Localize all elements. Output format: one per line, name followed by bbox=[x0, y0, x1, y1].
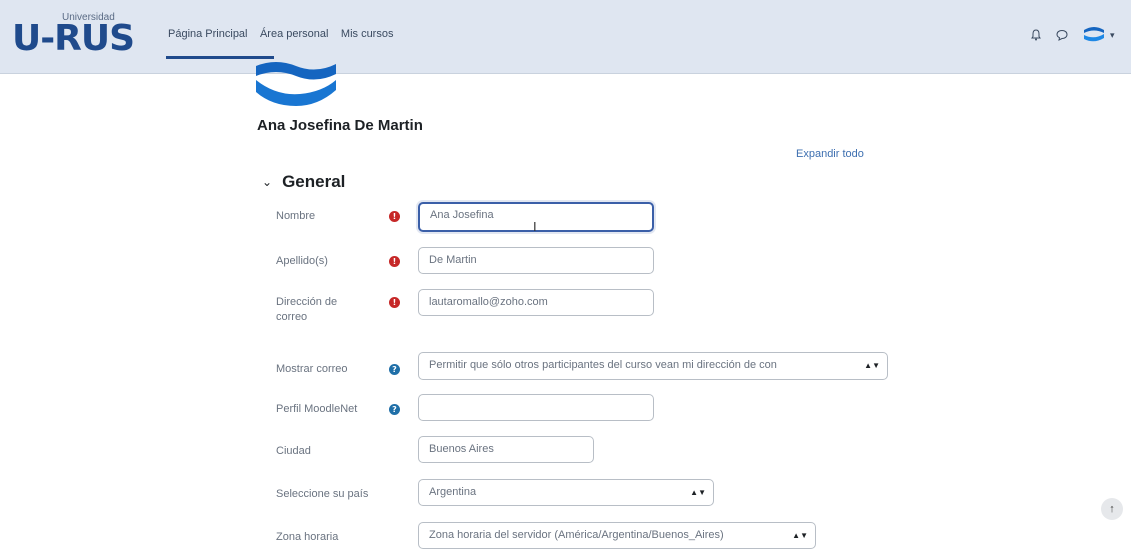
chevron-down-icon: ⌄ bbox=[262, 175, 273, 189]
select-pais-value: Argentina bbox=[429, 486, 477, 498]
select-zona-horaria[interactable]: Zona horaria del servidor (América/Argen… bbox=[418, 522, 816, 549]
input-moodlenet[interactable] bbox=[418, 394, 654, 421]
label-moodlenet: Perfil MoodleNet bbox=[276, 403, 358, 415]
label-correo: Dirección de correo bbox=[276, 296, 338, 323]
nav-link-my-courses[interactable]: Mis cursos bbox=[341, 28, 394, 40]
user-avatar-icon bbox=[1084, 27, 1104, 42]
label-nombre: Nombre bbox=[276, 210, 316, 222]
nav-icons: ▾ bbox=[1029, 22, 1117, 48]
nav-active-indicator bbox=[166, 56, 274, 59]
site-logo[interactable]: Universidad U-RUS bbox=[12, 12, 142, 60]
label-pais: Seleccione su país bbox=[276, 488, 369, 500]
select-arrows-icon: ▲▼ bbox=[690, 488, 706, 497]
select-pais[interactable]: Argentina ▲▼ bbox=[418, 479, 714, 506]
select-zona-value: Zona horaria del servidor (América/Argen… bbox=[429, 529, 724, 541]
chevron-down-icon: ▾ bbox=[1110, 29, 1115, 40]
input-ciudad[interactable]: Buenos Aires bbox=[418, 436, 594, 463]
label-ciudad: Ciudad bbox=[276, 445, 311, 457]
required-icon: ! bbox=[389, 211, 400, 222]
select-mostrar-correo-value: Permitir que sólo otros participantes de… bbox=[429, 359, 777, 371]
select-arrows-icon: ▲▼ bbox=[792, 531, 808, 540]
primary-nav: Página Principal Área personal Mis curso… bbox=[168, 24, 401, 50]
expand-all-link[interactable]: Expandir todo bbox=[796, 148, 864, 160]
label-zona-horaria: Zona horaria bbox=[276, 531, 339, 543]
required-icon: ! bbox=[389, 297, 400, 308]
section-title: General bbox=[282, 172, 346, 191]
input-apellido[interactable]: De Martin bbox=[418, 247, 654, 274]
section-general-toggle[interactable]: ⌄ General bbox=[262, 172, 345, 192]
arrow-up-icon[interactable]: ↑ bbox=[1101, 498, 1123, 520]
label-apellido: Apellido(s) bbox=[276, 255, 328, 267]
input-correo[interactable]: lautaromallo@zoho.com bbox=[418, 289, 654, 316]
label-mostrar-correo: Mostrar correo bbox=[276, 363, 348, 375]
bell-icon[interactable] bbox=[1029, 28, 1043, 42]
chat-icon[interactable] bbox=[1055, 28, 1069, 42]
user-menu[interactable]: ▾ bbox=[1081, 22, 1117, 48]
nav-link-home[interactable]: Página Principal bbox=[168, 28, 248, 40]
profile-avatar bbox=[256, 62, 336, 106]
top-navbar: Universidad U-RUS Página Principal Área … bbox=[0, 0, 1131, 74]
help-icon[interactable]: ? bbox=[389, 404, 400, 415]
select-arrows-icon: ▲▼ bbox=[864, 361, 880, 370]
nav-link-dashboard[interactable]: Área personal bbox=[260, 28, 329, 40]
text-cursor-icon: I bbox=[533, 219, 537, 234]
required-icon: ! bbox=[389, 256, 400, 267]
select-mostrar-correo[interactable]: Permitir que sólo otros participantes de… bbox=[418, 352, 888, 380]
logo-brand: U-RUS bbox=[12, 18, 135, 59]
help-icon[interactable]: ? bbox=[389, 364, 400, 375]
profile-name: Ana Josefina De Martin bbox=[257, 117, 423, 134]
